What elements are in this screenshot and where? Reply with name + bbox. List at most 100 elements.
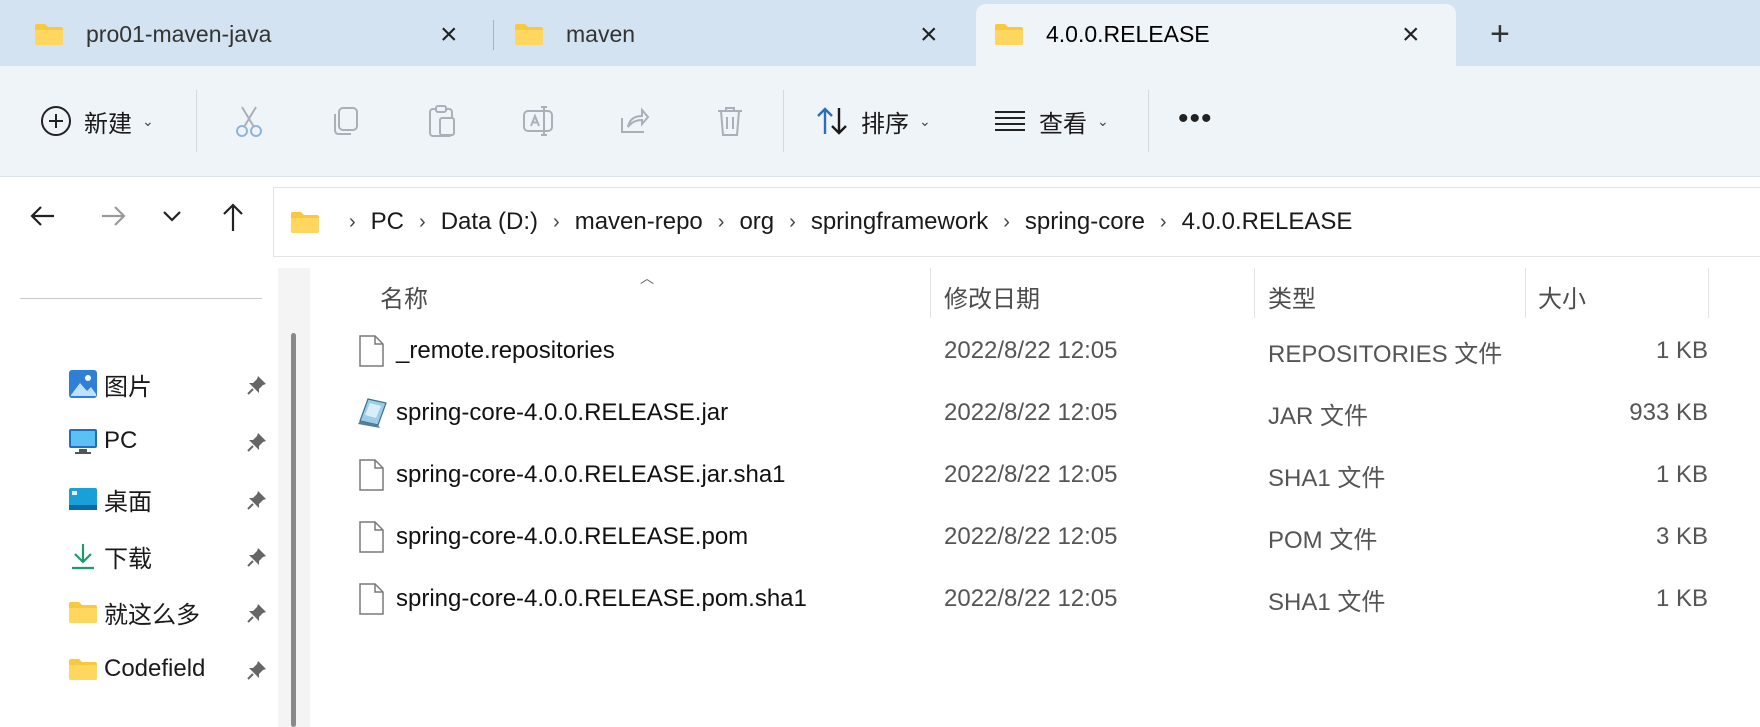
pin-icon[interactable] — [246, 431, 268, 458]
breadcrumb-item[interactable]: org — [739, 208, 774, 236]
file-name: _remote.repositories — [396, 337, 615, 364]
recent-locations-chevron-icon[interactable] — [160, 207, 184, 230]
address-bar[interactable]: › PC › Data (D:) › maven-repo › org › sp… — [273, 187, 1760, 257]
close-icon[interactable]: × — [1402, 20, 1420, 50]
column-divider[interactable] — [1525, 268, 1526, 318]
file-icon — [358, 521, 384, 558]
sidebar-item-pictures[interactable]: 图片 — [68, 364, 278, 404]
rename-button[interactable] — [522, 66, 556, 176]
navigation-pane: 图片 PC 桌面 下载 就这么多 Codefield — [0, 268, 278, 727]
file-row[interactable]: spring-core-4.0.0.RELEASE.pom.sha1 2022/… — [316, 568, 1760, 630]
pin-icon[interactable] — [246, 546, 268, 573]
tab-label: pro01-maven-java — [86, 21, 272, 47]
column-header-name[interactable]: 名称 — [380, 268, 920, 324]
column-header-type[interactable]: 类型 — [1268, 268, 1518, 324]
pin-icon[interactable] — [246, 489, 268, 516]
breadcrumb-item[interactable]: 4.0.0.RELEASE — [1182, 208, 1353, 236]
pin-icon[interactable] — [246, 659, 268, 686]
file-date: 2022/8/22 12:05 — [944, 399, 1118, 426]
folder-icon — [34, 22, 64, 51]
rename-icon — [523, 106, 553, 136]
chevron-right-icon[interactable]: › — [718, 211, 725, 234]
paste-button[interactable] — [427, 66, 457, 176]
breadcrumb-item[interactable]: maven-repo — [575, 208, 703, 236]
file-type: SHA1 文件 — [1268, 588, 1386, 616]
new-label: 新建 — [84, 110, 132, 138]
plus-circle-icon — [41, 106, 71, 136]
column-label: 名称 — [380, 285, 428, 313]
sort-icon — [817, 107, 847, 135]
close-icon[interactable]: × — [920, 20, 938, 50]
file-list: ︿ 名称 修改日期 类型 大小 _remote.repositories 202… — [316, 268, 1760, 727]
paste-icon — [429, 105, 455, 137]
pin-icon[interactable] — [246, 374, 268, 401]
sidebar-scrollbar-thumb[interactable] — [291, 333, 296, 727]
breadcrumb-item[interactable]: Data (D:) — [441, 208, 538, 236]
more-options-icon[interactable]: ••• — [1178, 102, 1213, 136]
pictures-icon — [69, 370, 97, 398]
file-row[interactable]: spring-core-4.0.0.RELEASE.pom 2022/8/22 … — [316, 506, 1760, 568]
back-arrow-icon[interactable] — [28, 201, 58, 236]
toolbar-divider — [196, 90, 197, 152]
tab-pro01-maven-java[interactable]: pro01-maven-java × — [0, 0, 490, 66]
file-name: spring-core-4.0.0.RELEASE.jar.sha1 — [396, 461, 786, 488]
chevron-right-icon[interactable]: › — [789, 211, 796, 234]
sidebar-item-jiuzhemeduo[interactable]: 就这么多 — [68, 592, 278, 632]
chevron-right-icon[interactable]: › — [419, 211, 426, 234]
sidebar-item-label: PC — [104, 427, 138, 454]
sidebar-item-label: Codefield — [104, 655, 206, 682]
sidebar-item-desktop[interactable]: 桌面 — [68, 479, 278, 519]
column-label: 修改日期 — [944, 285, 1040, 313]
chevron-down-icon: ⌄ — [142, 112, 154, 129]
sidebar-item-codefield[interactable]: Codefield — [68, 649, 278, 689]
pin-icon[interactable] — [246, 602, 268, 629]
chevron-right-icon[interactable]: › — [1003, 211, 1010, 234]
column-header-size[interactable]: 大小 — [1538, 268, 1688, 324]
column-divider[interactable] — [930, 268, 931, 318]
file-icon — [358, 583, 384, 620]
file-size: 1 KB — [1655, 585, 1708, 612]
cut-button[interactable] — [233, 66, 265, 176]
column-divider[interactable] — [1254, 268, 1255, 318]
tab-4-0-0-release[interactable]: 4.0.0.RELEASE × — [976, 4, 1456, 66]
view-button[interactable]: 查看 ⌄ — [993, 66, 1109, 176]
divider — [20, 298, 262, 299]
chevron-right-icon[interactable]: › — [553, 211, 560, 234]
share-button[interactable] — [618, 66, 650, 176]
sort-button[interactable]: 排序 ⌄ — [815, 66, 931, 176]
file-row[interactable]: _remote.repositories 2022/8/22 12:05 REP… — [316, 320, 1760, 382]
sidebar-item-label: 图片 — [104, 373, 152, 401]
breadcrumb-item[interactable]: spring-core — [1025, 208, 1145, 236]
chevron-right-icon[interactable]: › — [1160, 211, 1167, 234]
sidebar-item-label: 下载 — [104, 545, 152, 573]
chevron-right-icon[interactable]: › — [349, 211, 356, 234]
sidebar-item-label: 桌面 — [104, 488, 152, 516]
breadcrumb-item[interactable]: PC — [371, 208, 404, 236]
breadcrumb-item[interactable]: springframework — [811, 208, 988, 236]
chevron-down-icon: ⌄ — [919, 112, 931, 129]
copy-icon — [334, 107, 358, 135]
file-date: 2022/8/22 12:05 — [944, 337, 1118, 364]
sidebar-item-pc[interactable]: PC — [68, 421, 278, 461]
sidebar-item-downloads[interactable]: 下载 — [68, 536, 278, 576]
new-button[interactable]: 新建 ⌄ — [40, 66, 154, 176]
cut-icon — [236, 106, 262, 137]
tab-maven[interactable]: maven × — [480, 0, 960, 66]
column-header-date[interactable]: 修改日期 — [944, 268, 1244, 324]
file-row[interactable]: spring-core-4.0.0.RELEASE.jar.sha1 2022/… — [316, 444, 1760, 506]
delete-button[interactable] — [716, 66, 744, 176]
tab-label: 4.0.0.RELEASE — [1046, 21, 1210, 47]
command-bar: 新建 ⌄ 排序 ⌄ 查看 ⌄ ••• — [0, 66, 1760, 177]
file-type: SHA1 文件 — [1268, 464, 1386, 492]
forward-arrow-icon[interactable] — [98, 201, 128, 236]
file-date: 2022/8/22 12:05 — [944, 523, 1118, 550]
file-row[interactable]: spring-core-4.0.0.RELEASE.jar 2022/8/22 … — [316, 382, 1760, 444]
sort-label: 排序 — [861, 110, 909, 138]
copy-button[interactable] — [330, 66, 360, 176]
folder-icon — [290, 210, 320, 234]
breadcrumb: › PC › Data (D:) › maven-repo › org › sp… — [334, 208, 1352, 236]
close-icon[interactable]: × — [440, 20, 458, 50]
up-arrow-icon[interactable] — [218, 201, 248, 238]
new-tab-button[interactable]: + — [1490, 17, 1510, 51]
column-divider[interactable] — [1708, 268, 1709, 318]
